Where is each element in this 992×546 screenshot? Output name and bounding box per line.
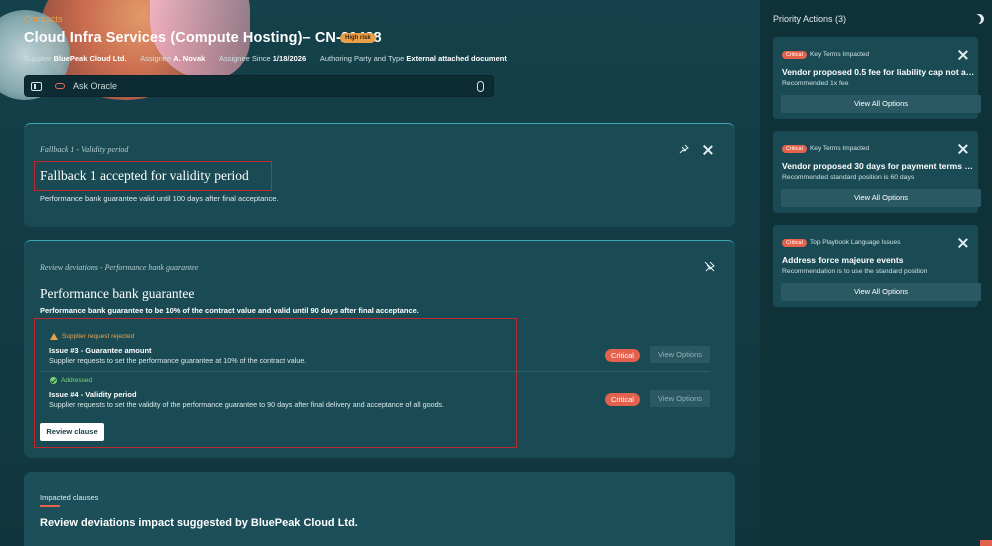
view-all-options-button[interactable]: View All Options [781, 189, 981, 207]
card-heading: Performance bank guarantee [40, 286, 195, 301]
corner-mark [980, 540, 992, 546]
view-options-button[interactable]: View Options [650, 390, 710, 407]
action-subtext: Recommended standard position is 60 days [782, 174, 915, 181]
page-title: Cloud Infra Services (Compute Hosting)– … [24, 30, 382, 46]
close-icon[interactable] [958, 238, 968, 248]
action-heading: Vendor proposed 30 days for payment term… [782, 161, 976, 171]
warning-icon [50, 333, 58, 340]
action-subtext: Recommendation is to use the standard po… [782, 268, 928, 275]
meta-authoring: Authoring Party and Type External attach… [320, 54, 507, 63]
check-circle-icon [50, 377, 57, 384]
close-icon[interactable] [958, 144, 968, 154]
view-all-options-button[interactable]: View All Options [781, 95, 981, 113]
breadcrumb[interactable]: Contracts [24, 14, 63, 24]
issue-item: Supplier request rejected Issue #3 - Gua… [40, 333, 710, 365]
paperclip-icon[interactable] [477, 81, 484, 92]
meta-value: BluePeak Cloud Ltd. [53, 54, 127, 63]
issue-status-text: Addressed [61, 377, 93, 384]
action-subtext: Recommended 1x fee [782, 80, 849, 87]
close-icon[interactable] [703, 145, 713, 155]
critical-tag: Critical [782, 51, 807, 59]
critical-badge: Critical [605, 393, 640, 406]
fallback-card: Fallback 1 - Validity period Fallback 1 … [24, 123, 735, 227]
unpin-icon[interactable] [704, 261, 715, 272]
impacted-clauses-card: Impacted clauses Review deviations impac… [24, 472, 735, 546]
card-description: Performance bank guarantee valid until 1… [40, 194, 279, 203]
action-heading: Vendor proposed 0.5 fee for liability ca… [782, 67, 976, 77]
card-heading: Fallback 1 accepted for validity period [40, 168, 249, 183]
priority-actions-panel: Priority Actions (3) Critical Key Terms … [760, 0, 992, 546]
view-all-options-button[interactable]: View All Options [781, 283, 981, 301]
critical-badge: Critical [605, 349, 640, 362]
pin-icon[interactable] [679, 144, 689, 154]
meta-supplier: Supplier BluePeak Cloud Ltd. [24, 54, 127, 63]
issue-status: Supplier request rejected [40, 333, 710, 340]
meta-value: A. Novak [173, 54, 206, 63]
meta-row: Supplier BluePeak Cloud Ltd. Assignee A.… [24, 54, 519, 63]
meta-assignee-since: Assignee Since 1/18/2026 [219, 54, 306, 63]
issue-item: Addressed Issue #4 - Validity period Sup… [40, 377, 710, 409]
ask-oracle-bar[interactable]: Ask Oracle [24, 75, 494, 97]
issue-divider [40, 371, 710, 372]
action-category: Key Terms Impacted [810, 51, 870, 58]
card-description: Performance bank guarantee to be 10% of … [40, 306, 419, 315]
accent-line [40, 505, 60, 507]
issue-status-text: Supplier request rejected [62, 333, 135, 340]
action-category: Top Playbook Language Issues [810, 239, 901, 246]
view-options-button[interactable]: View Options [650, 346, 710, 363]
oracle-logo-icon [55, 83, 65, 89]
meta-value: 1/18/2026 [272, 54, 307, 63]
ask-oracle-input[interactable]: Ask Oracle [73, 81, 117, 91]
card-heading: Review deviations impact suggested by Bl… [40, 517, 358, 529]
issue-status: Addressed [40, 377, 710, 384]
meta-label: Supplier [24, 54, 52, 63]
meta-assignee: Assignee A. Novak [140, 54, 205, 63]
card-label: Fallback 1 - Validity period [40, 145, 129, 154]
critical-tag: Critical [782, 145, 807, 153]
main-area: Contracts Cloud Infra Services (Compute … [0, 0, 760, 546]
close-icon[interactable] [958, 50, 968, 60]
action-heading: Address force majeure events [782, 255, 904, 265]
review-deviations-card: Review deviations - Performance bank gua… [24, 240, 735, 458]
critical-tag: Critical [782, 239, 807, 247]
review-clause-button[interactable]: Review clause [40, 423, 104, 441]
priority-action-card: Critical Key Terms Impacted Vendor propo… [773, 37, 981, 119]
action-category: Key Terms Impacted [810, 145, 870, 152]
sidebar-toggle-icon[interactable] [31, 82, 42, 91]
meta-label: Assignee Since [218, 54, 271, 63]
card-label: Impacted clauses [40, 493, 99, 502]
meta-label: Authoring Party and Type [319, 54, 405, 63]
meta-value: External attached document [406, 54, 507, 63]
moon-icon[interactable] [972, 12, 986, 26]
card-label: Review deviations - Performance bank gua… [40, 263, 199, 272]
meta-label: Assignee [140, 54, 172, 63]
priority-action-card: Critical Top Playbook Language Issues Ad… [773, 225, 981, 307]
panel-title: Priority Actions (3) [773, 14, 847, 24]
priority-action-card: Critical Key Terms Impacted Vendor propo… [773, 131, 981, 213]
risk-badge: High risk [340, 33, 376, 43]
